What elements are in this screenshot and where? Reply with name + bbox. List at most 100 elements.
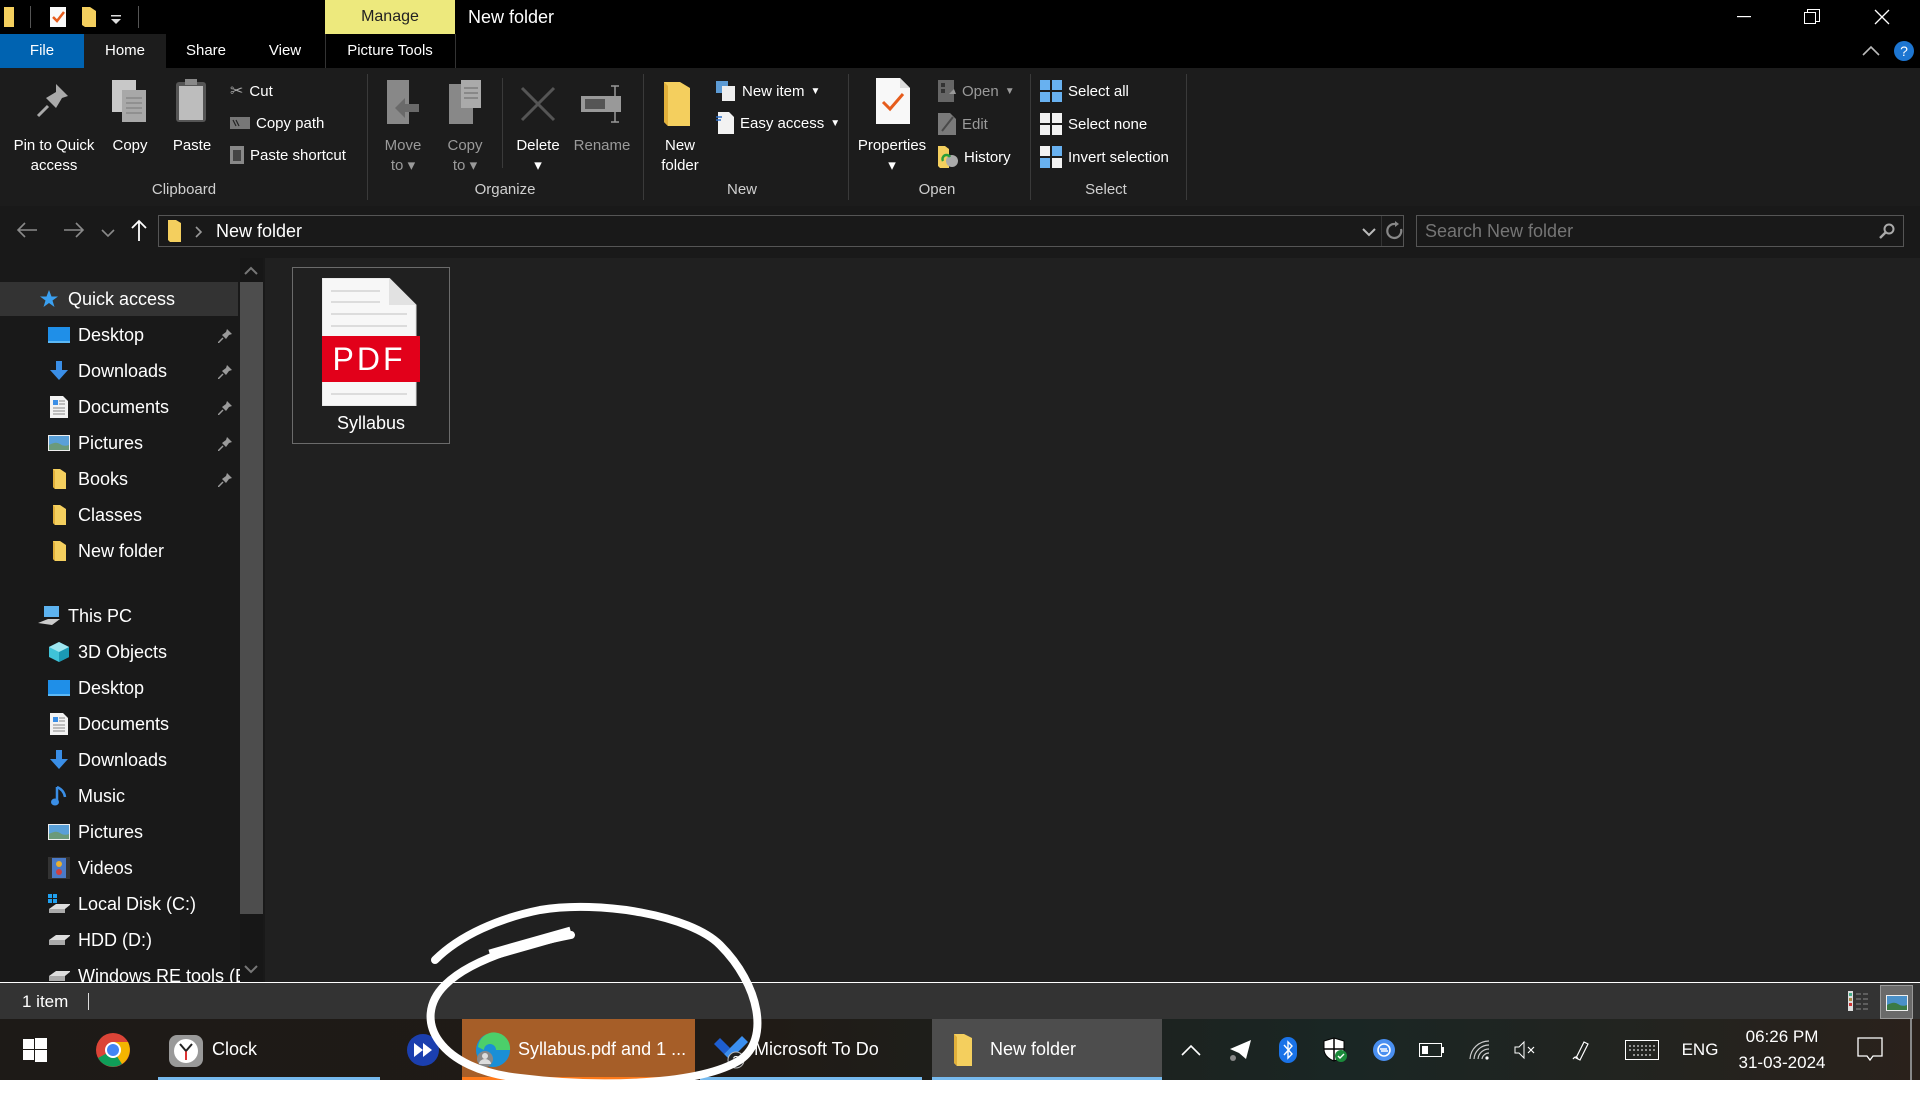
history-button[interactable]: History xyxy=(938,146,1011,168)
taskbar-file-explorer[interactable]: New folder xyxy=(932,1019,1162,1080)
scroll-up-icon[interactable] xyxy=(244,266,258,276)
tab-file[interactable]: File xyxy=(0,34,84,68)
close-button[interactable] xyxy=(1852,0,1912,34)
scroll-down-icon[interactable] xyxy=(244,964,258,974)
help-icon[interactable]: ? xyxy=(1893,40,1915,67)
scrollbar-thumb[interactable] xyxy=(240,282,263,914)
show-desktop-button[interactable] xyxy=(1910,1019,1912,1080)
sidebar-item-pc-windows-re-tools-e[interactable]: Windows RE tools (E xyxy=(0,959,247,982)
sidebar-item-this-pc[interactable]: This PC xyxy=(0,599,238,633)
forward-button[interactable] xyxy=(63,221,85,244)
properties-qat-icon[interactable] xyxy=(50,7,68,32)
details-view-button[interactable] xyxy=(1848,991,1872,1013)
delete-button[interactable]: Delete ▾ xyxy=(512,76,564,176)
edit-button[interactable]: Edit xyxy=(938,113,988,135)
tab-view[interactable]: View xyxy=(258,34,312,68)
easy-access-button[interactable]: Easy access ▼ xyxy=(716,112,840,134)
input-language-indicator[interactable]: ENG xyxy=(1678,1019,1722,1080)
sidebar-item-qa-documents[interactable]: Documents xyxy=(0,390,238,424)
search-input[interactable] xyxy=(1425,220,1865,242)
copy-path-button[interactable]: Copy path xyxy=(230,112,324,134)
restore-button[interactable] xyxy=(1782,0,1842,34)
rename-button[interactable]: Rename xyxy=(572,76,632,176)
touch-keyboard-tray-icon[interactable] xyxy=(1620,1019,1664,1080)
pin-icon[interactable] xyxy=(217,399,232,420)
battery-tray-icon[interactable] xyxy=(1414,1019,1450,1080)
customize-qat-dropdown-icon[interactable] xyxy=(110,12,122,30)
recent-locations-button[interactable] xyxy=(101,225,115,243)
invert-selection-button[interactable]: Invert selection xyxy=(1040,146,1169,168)
open-label: Open xyxy=(962,82,999,100)
paste-shortcut-button[interactable]: Paste shortcut xyxy=(230,144,346,166)
network-tray-icon[interactable] xyxy=(1462,1019,1498,1080)
pin-icon[interactable] xyxy=(217,471,232,492)
taskbar-chrome[interactable] xyxy=(82,1019,144,1080)
sidebar-item-pc-desktop[interactable]: Desktop xyxy=(0,671,238,705)
pen-workspace-tray-icon[interactable] xyxy=(1562,1019,1602,1080)
telegram-tray-icon[interactable] xyxy=(1222,1019,1258,1080)
volume-tray-icon[interactable] xyxy=(1508,1019,1544,1080)
sidebar-item-pc-local-disk-c[interactable]: Local Disk (C:) xyxy=(0,887,238,921)
sidebar-item-pc-videos[interactable]: Videos xyxy=(0,851,238,885)
new-folder-button[interactable]: New folder xyxy=(652,76,708,186)
properties-button[interactable]: Properties ▾ xyxy=(852,76,932,186)
select-none-button[interactable]: Select none xyxy=(1040,113,1147,135)
file-list-view[interactable]: PDF Syllabus xyxy=(265,258,1920,982)
sidebar-item-qa-pictures[interactable]: Pictures xyxy=(0,426,238,460)
tab-picture-tools[interactable]: Picture Tools xyxy=(325,34,455,68)
new-folder-qat-icon[interactable] xyxy=(82,7,96,32)
sidebar-item-pc-3d-objects[interactable]: 3D Objects xyxy=(0,635,238,669)
sidebar-item-pc-pictures[interactable]: Pictures xyxy=(0,815,238,849)
refresh-icon[interactable] xyxy=(1386,221,1404,241)
sidebar-item-quick-access[interactable]: Quick access xyxy=(0,282,238,316)
sync-tray-icon[interactable] xyxy=(1366,1019,1402,1080)
copy-button[interactable]: Copy xyxy=(108,76,152,176)
bluetooth-tray-icon[interactable] xyxy=(1272,1019,1304,1080)
sidebar-item-qa-downloads[interactable]: Downloads xyxy=(0,354,238,388)
sidebar-item-qa-books[interactable]: Books xyxy=(0,462,238,496)
large-icons-view-button[interactable] xyxy=(1880,985,1913,1019)
breadcrumb-current[interactable]: New folder xyxy=(216,221,302,242)
start-button[interactable] xyxy=(0,1019,70,1080)
sidebar-scrollbar[interactable] xyxy=(240,258,263,982)
pin-icon[interactable] xyxy=(217,363,232,384)
open-button[interactable]: Open ▼ xyxy=(938,80,1015,102)
action-center-button[interactable] xyxy=(1848,1019,1892,1080)
windows-security-tray-icon[interactable] xyxy=(1318,1019,1354,1080)
pin-icon[interactable] xyxy=(217,327,232,348)
clock-date-button[interactable]: 06:26 PM 31-03-2024 xyxy=(1730,1019,1834,1080)
copy-to-button[interactable]: Copy to ▾ xyxy=(442,76,488,176)
move-to-button[interactable]: Move to ▾ xyxy=(380,76,426,176)
new-item-button[interactable]: New item ▼ xyxy=(716,80,820,102)
taskbar-microsoft-todo[interactable]: 2 Microsoft To Do xyxy=(700,1019,922,1080)
pin-to-quick-access-button[interactable]: Pin to Quick access xyxy=(6,76,102,176)
sidebar-item-pc-downloads[interactable]: Downloads xyxy=(0,743,238,777)
minimize-button[interactable] xyxy=(1714,0,1774,34)
paste-button[interactable]: Paste xyxy=(170,76,214,176)
search-box[interactable] xyxy=(1416,215,1904,247)
sidebar-item-pc-hdd-d[interactable]: HDD (D:) xyxy=(0,923,238,957)
address-bar[interactable]: New folder xyxy=(158,215,1404,247)
sidebar-item-pc-documents[interactable]: Documents xyxy=(0,707,238,741)
pictures-icon xyxy=(48,822,70,842)
tab-share[interactable]: Share xyxy=(176,34,236,68)
taskbar-clock[interactable]: Clock xyxy=(158,1019,380,1080)
tab-home[interactable]: Home xyxy=(84,34,166,68)
taskbar-edge-syllabus[interactable]: Syllabus.pdf and 1 ... xyxy=(462,1019,695,1080)
sidebar-item-qa-classes[interactable]: Classes xyxy=(0,498,238,532)
sidebar-item-pc-music[interactable]: Music xyxy=(0,779,238,813)
show-hidden-icons-button[interactable] xyxy=(1175,1019,1207,1080)
sidebar-item-qa-desktop[interactable]: Desktop xyxy=(0,318,238,352)
tab-file-label: File xyxy=(29,42,55,59)
taskbar-media-player[interactable] xyxy=(398,1019,448,1080)
sidebar-item-qa-new-folder[interactable]: New folder xyxy=(0,534,238,568)
collapse-ribbon-icon[interactable] xyxy=(1862,44,1880,62)
address-history-dropdown-icon[interactable] xyxy=(1362,227,1376,237)
cut-button[interactable]: ✂ Cut xyxy=(230,80,273,102)
back-button[interactable] xyxy=(16,221,38,244)
select-all-button[interactable]: Select all xyxy=(1040,80,1129,102)
up-button[interactable] xyxy=(130,219,148,246)
new-folder-icon xyxy=(664,82,690,126)
pin-icon[interactable] xyxy=(217,435,232,456)
file-item[interactable]: PDF Syllabus xyxy=(292,267,450,444)
